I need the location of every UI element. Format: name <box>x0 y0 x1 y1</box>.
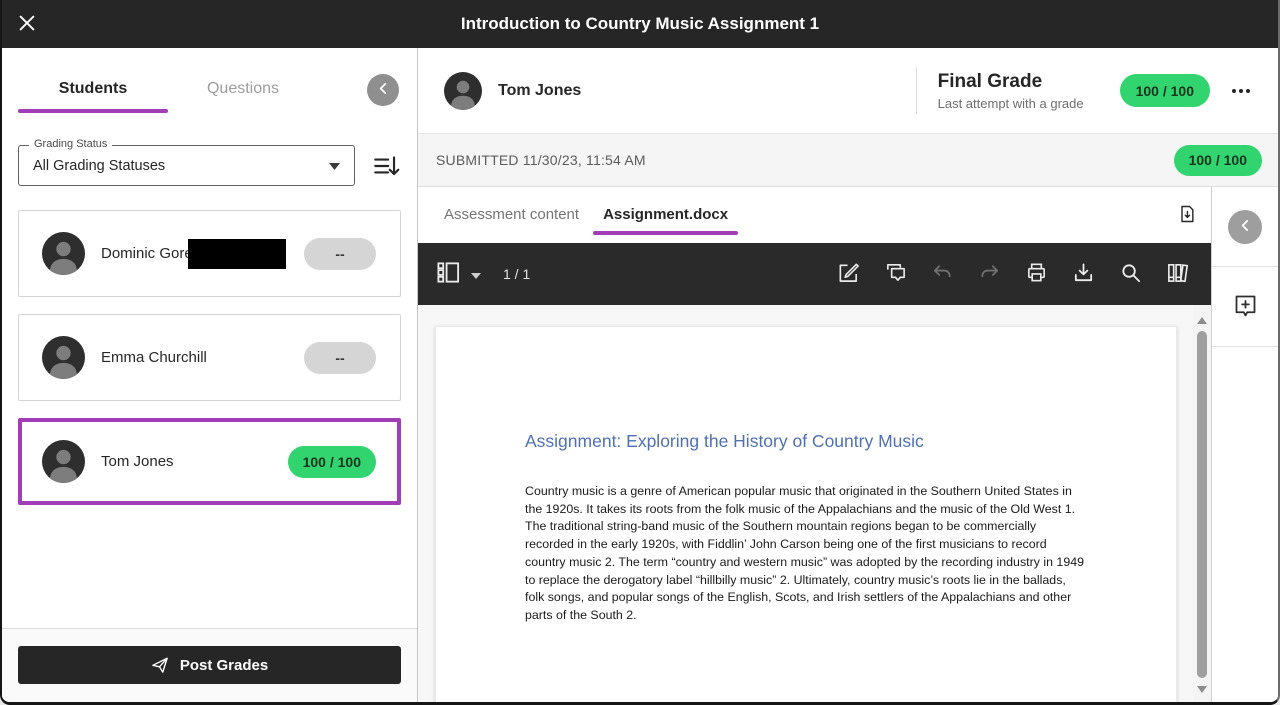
attempt-header: Tom Jones Final Grade Last attempt with … <box>418 48 1278 133</box>
file-download-icon <box>1177 204 1197 227</box>
student-card-emma-churchill[interactable]: Emma Churchill -- <box>18 314 401 401</box>
caret-down-icon <box>471 267 481 282</box>
grade-pill: 100 / 100 <box>288 446 376 478</box>
add-annotation-button[interactable] <box>1232 292 1259 322</box>
sidebar-collapse-button[interactable] <box>1228 210 1262 244</box>
view-mode-caret-button[interactable] <box>471 267 481 282</box>
submission-bar: SUBMITTED 11/30/23, 11:54 AM 100 / 100 <box>418 133 1278 187</box>
thumbnails-button[interactable] <box>436 260 461 288</box>
tab-students[interactable]: Students <box>18 80 168 113</box>
tab-assessment-content[interactable]: Assessment content <box>432 202 591 238</box>
student-card-tom-jones[interactable]: Tom Jones 100 / 100 <box>18 418 401 505</box>
print-icon <box>1025 261 1048 287</box>
library-button[interactable] <box>1166 261 1189 287</box>
header-divider <box>916 68 917 114</box>
comments-button[interactable] <box>884 261 907 287</box>
submission-grade-pill: 100 / 100 <box>1174 145 1262 176</box>
attempt-panel: Tom Jones Final Grade Last attempt with … <box>418 48 1278 702</box>
person-icon <box>42 336 85 379</box>
grade-pill: -- <box>304 342 376 374</box>
close-icon <box>16 12 38 37</box>
grading-filter-row: Grading Status All Grading Statuses <box>2 118 417 186</box>
final-grade-pill[interactable]: 100 / 100 <box>1120 74 1210 107</box>
document-title: Assignment: Exploring the History of Cou… <box>525 431 1086 452</box>
document-page: Assignment: Exploring the History of Cou… <box>435 326 1177 702</box>
download-icon <box>1072 261 1095 287</box>
app-header: Introduction to Country Music Assignment… <box>2 0 1278 48</box>
more-options-button[interactable] <box>1230 83 1252 99</box>
right-sidebar <box>1211 187 1278 702</box>
avatar <box>42 232 85 275</box>
viewer-scrollbar[interactable] <box>1193 305 1211 702</box>
avatar <box>42 440 85 483</box>
download-file-button[interactable] <box>1177 204 1197 227</box>
grade-pill: -- <box>304 238 376 270</box>
student-name: Dominic Gore <box>101 245 193 262</box>
content-tabs: Assessment content Assignment.docx <box>418 187 1211 243</box>
window-frame: Introduction to Country Music Assignment… <box>0 0 1280 705</box>
document-paragraph: Country music is a genre of American pop… <box>525 483 1086 625</box>
person-icon <box>42 232 85 275</box>
chevron-left-icon <box>375 80 392 100</box>
avatar <box>42 336 85 379</box>
pdf-toolbar: 1 / 1 <box>418 243 1211 305</box>
scroll-up-arrow[interactable] <box>1197 317 1207 324</box>
viewer-column: Assessment content Assignment.docx <box>418 187 1211 702</box>
final-grade-title: Final Grade <box>938 71 1084 93</box>
person-icon <box>42 440 85 483</box>
post-grades-button[interactable]: Post Grades <box>18 646 401 684</box>
more-options-icon <box>1232 89 1236 93</box>
grading-status-select[interactable]: Grading Status All Grading Statuses <box>18 145 355 186</box>
attempt-student-name: Tom Jones <box>498 82 581 100</box>
student-name: Emma Churchill <box>101 349 207 366</box>
add-comment-icon <box>1232 307 1259 322</box>
submission-status: SUBMITTED 11/30/23, 11:54 AM <box>436 152 646 168</box>
person-icon <box>444 72 482 110</box>
scrollbar-thumb[interactable] <box>1197 331 1207 678</box>
scroll-down-arrow[interactable] <box>1197 686 1207 693</box>
sort-icon <box>371 151 401 184</box>
thumbnails-panel-icon <box>436 260 461 288</box>
redo-icon <box>978 261 1001 287</box>
panel-collapse-button[interactable] <box>367 74 399 106</box>
undo-icon <box>931 261 954 287</box>
search-button[interactable] <box>1119 261 1142 287</box>
print-button[interactable] <box>1025 261 1048 287</box>
tab-assignment-docx[interactable]: Assignment.docx <box>591 202 740 238</box>
student-card-dominic-gore[interactable]: Dominic Gore -- <box>18 210 401 297</box>
annotate-button[interactable] <box>837 261 860 287</box>
final-grade-subtitle: Last attempt with a grade <box>938 96 1084 111</box>
comments-icon <box>884 261 907 287</box>
redo-button[interactable] <box>978 261 1001 287</box>
student-avatar <box>444 72 482 110</box>
download-button[interactable] <box>1072 261 1095 287</box>
final-grade-block: Final Grade Last attempt with a grade <box>938 71 1084 111</box>
student-list: Dominic Gore -- Emma Churchill -- Tom Jo… <box>2 186 417 628</box>
tab-questions[interactable]: Questions <box>168 80 318 113</box>
student-name: Tom Jones <box>101 453 174 470</box>
students-panel: Students Questions Grading Status All Gr… <box>2 48 418 702</box>
search-icon <box>1119 261 1142 287</box>
post-grades-bar: Post Grades <box>2 628 417 702</box>
undo-button[interactable] <box>931 261 954 287</box>
chevron-left-icon <box>1237 217 1254 237</box>
panel-tabs: Students Questions <box>2 48 417 118</box>
sort-button[interactable] <box>371 151 401 184</box>
edit-icon <box>837 261 860 287</box>
grading-status-value: All Grading Statuses <box>33 158 165 174</box>
document-viewer: Assignment: Exploring the History of Cou… <box>418 305 1211 702</box>
send-icon <box>151 656 169 674</box>
library-icon <box>1166 261 1189 287</box>
redaction-box <box>188 239 286 269</box>
page-indicator: 1 / 1 <box>503 266 530 282</box>
close-button[interactable] <box>2 0 52 48</box>
page-title: Introduction to Country Music Assignment… <box>2 14 1278 34</box>
chevron-down-icon <box>329 157 340 175</box>
grading-status-label: Grading Status <box>29 138 112 150</box>
post-grades-label: Post Grades <box>180 657 268 674</box>
